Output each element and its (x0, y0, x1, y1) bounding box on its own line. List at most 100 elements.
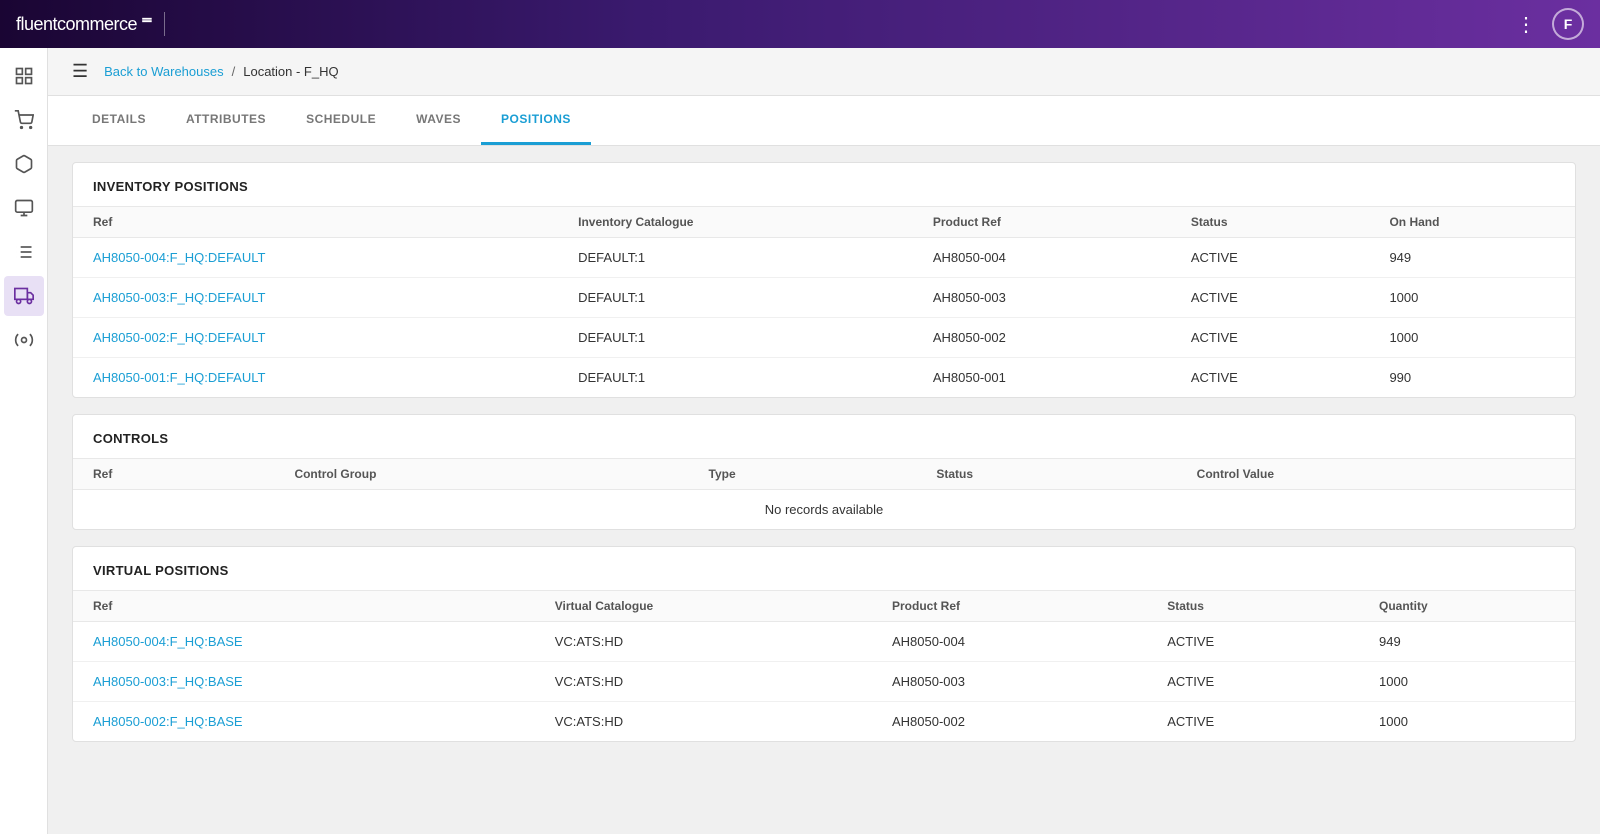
inventory-positions-card: INVENTORY POSITIONS Ref Inventory Catalo… (72, 162, 1576, 398)
virtual-positions-table: Ref Virtual Catalogue Product Ref Status… (73, 590, 1575, 741)
tab-details[interactable]: DETAILS (72, 96, 166, 145)
topbar: fluentcommerce ⁼ ⋮ F (0, 0, 1600, 48)
inventory-status-cell: ACTIVE (1171, 278, 1370, 318)
avatar[interactable]: F (1552, 8, 1584, 40)
inventory-on-hand-cell: 949 (1369, 238, 1575, 278)
inventory-catalogue-cell: DEFAULT:1 (558, 358, 913, 398)
tab-schedule[interactable]: SCHEDULE (286, 96, 396, 145)
vp-ref-link[interactable]: AH8050-003:F_HQ:BASE (93, 674, 243, 689)
table-row: AH8050-002:F_HQ:BASE VC:ATS:HD AH8050-00… (73, 702, 1575, 742)
inventory-ref-cell: AH8050-002:F_HQ:DEFAULT (73, 318, 558, 358)
col-header-product-ref: Product Ref (913, 207, 1171, 238)
vp-quantity-cell: 1000 (1359, 702, 1575, 742)
inventory-catalogue-cell: DEFAULT:1 (558, 318, 913, 358)
vp-product-ref-cell: AH8050-002 (872, 702, 1147, 742)
sidebar-item-list[interactable] (4, 232, 44, 272)
inventory-status-cell: ACTIVE (1171, 358, 1370, 398)
ctrl-col-value: Control Value (1177, 459, 1575, 490)
table-row: AH8050-004:F_HQ:DEFAULT DEFAULT:1 AH8050… (73, 238, 1575, 278)
col-header-inventory-catalogue: Inventory Catalogue (558, 207, 913, 238)
vp-ref-cell: AH8050-004:F_HQ:BASE (73, 622, 535, 662)
controls-title: CONTROLS (73, 415, 1575, 458)
topbar-right: ⋮ F (1516, 8, 1584, 40)
tab-waves[interactable]: WAVES (396, 96, 481, 145)
vp-ref-cell: AH8050-002:F_HQ:BASE (73, 702, 535, 742)
virtual-positions-card: VIRTUAL POSITIONS Ref Virtual Catalogue … (72, 546, 1576, 742)
inventory-ref-link[interactable]: AH8050-004:F_HQ:DEFAULT (93, 250, 265, 265)
inventory-product-ref-cell: AH8050-001 (913, 358, 1171, 398)
vp-col-quantity: Quantity (1359, 591, 1575, 622)
breadcrumb-back-link[interactable]: Back to Warehouses (104, 64, 223, 79)
vp-status-cell: ACTIVE (1147, 702, 1359, 742)
tab-positions[interactable]: POSITIONS (481, 96, 591, 145)
breadcrumb-separator: / (232, 64, 236, 79)
table-row: No records available (73, 490, 1575, 530)
inventory-ref-cell: AH8050-004:F_HQ:DEFAULT (73, 238, 558, 278)
inventory-ref-link[interactable]: AH8050-001:F_HQ:DEFAULT (93, 370, 265, 385)
inventory-catalogue-cell: DEFAULT:1 (558, 278, 913, 318)
sidebar-item-screens[interactable] (4, 188, 44, 228)
vp-col-virtual-catalogue: Virtual Catalogue (535, 591, 872, 622)
inventory-on-hand-cell: 1000 (1369, 318, 1575, 358)
breadcrumb-bar: ☰ Back to Warehouses / Location - F_HQ (48, 48, 1600, 96)
vp-ref-link[interactable]: AH8050-002:F_HQ:BASE (93, 714, 243, 729)
sidebar-item-products[interactable] (4, 144, 44, 184)
tabs-bar: DETAILS ATTRIBUTES SCHEDULE WAVES POSITI… (48, 96, 1600, 146)
breadcrumb-current: Location - F_HQ (243, 64, 338, 79)
vp-ref-cell: AH8050-003:F_HQ:BASE (73, 662, 535, 702)
hamburger-button[interactable]: ☰ (72, 61, 88, 82)
vp-ref-link[interactable]: AH8050-004:F_HQ:BASE (93, 634, 243, 649)
more-options-button[interactable]: ⋮ (1516, 12, 1536, 37)
controls-card: CONTROLS Ref Control Group Type Status C… (72, 414, 1576, 530)
main-content: ☰ Back to Warehouses / Location - F_HQ D… (48, 48, 1600, 834)
sidebar-item-warehouse[interactable] (4, 276, 44, 316)
ctrl-col-status: Status (916, 459, 1176, 490)
inventory-on-hand-cell: 1000 (1369, 278, 1575, 318)
inventory-status-cell: ACTIVE (1171, 318, 1370, 358)
col-header-ref: Ref (73, 207, 558, 238)
sidebar-item-orders[interactable] (4, 100, 44, 140)
ctrl-col-ref: Ref (73, 459, 274, 490)
inventory-ref-link[interactable]: AH8050-003:F_HQ:DEFAULT (93, 290, 265, 305)
vp-quantity-cell: 949 (1359, 622, 1575, 662)
ctrl-col-type: Type (689, 459, 917, 490)
ctrl-col-group: Control Group (274, 459, 688, 490)
inventory-ref-cell: AH8050-003:F_HQ:DEFAULT (73, 278, 558, 318)
vp-status-cell: ACTIVE (1147, 622, 1359, 662)
inventory-catalogue-cell: DEFAULT:1 (558, 238, 913, 278)
virtual-positions-title: VIRTUAL POSITIONS (73, 547, 1575, 590)
inventory-positions-table: Ref Inventory Catalogue Product Ref Stat… (73, 206, 1575, 397)
tab-attributes[interactable]: ATTRIBUTES (166, 96, 286, 145)
vp-col-product-ref: Product Ref (872, 591, 1147, 622)
inventory-positions-title: INVENTORY POSITIONS (73, 163, 1575, 206)
inventory-ref-link[interactable]: AH8050-002:F_HQ:DEFAULT (93, 330, 265, 345)
col-header-on-hand: On Hand (1369, 207, 1575, 238)
vp-col-ref: Ref (73, 591, 535, 622)
vp-status-cell: ACTIVE (1147, 662, 1359, 702)
no-records-text: No records available (73, 490, 1575, 530)
vp-catalogue-cell: VC:ATS:HD (535, 622, 872, 662)
vp-catalogue-cell: VC:ATS:HD (535, 662, 872, 702)
inventory-product-ref-cell: AH8050-003 (913, 278, 1171, 318)
table-row: AH8050-001:F_HQ:DEFAULT DEFAULT:1 AH8050… (73, 358, 1575, 398)
inventory-on-hand-cell: 990 (1369, 358, 1575, 398)
inventory-status-cell: ACTIVE (1171, 238, 1370, 278)
sidebar-item-dashboard[interactable] (4, 56, 44, 96)
inventory-product-ref-cell: AH8050-004 (913, 238, 1171, 278)
topbar-divider (164, 12, 165, 36)
vp-catalogue-cell: VC:ATS:HD (535, 702, 872, 742)
table-row: AH8050-004:F_HQ:BASE VC:ATS:HD AH8050-00… (73, 622, 1575, 662)
controls-table: Ref Control Group Type Status Control Va… (73, 458, 1575, 529)
vp-product-ref-cell: AH8050-004 (872, 622, 1147, 662)
inventory-ref-cell: AH8050-001:F_HQ:DEFAULT (73, 358, 558, 398)
page-body: INVENTORY POSITIONS Ref Inventory Catalo… (48, 146, 1600, 758)
logo: fluentcommerce ⁼ (16, 11, 152, 37)
vp-col-status: Status (1147, 591, 1359, 622)
inventory-product-ref-cell: AH8050-002 (913, 318, 1171, 358)
vp-quantity-cell: 1000 (1359, 662, 1575, 702)
vp-product-ref-cell: AH8050-003 (872, 662, 1147, 702)
sidebar (0, 48, 48, 834)
topbar-left: fluentcommerce ⁼ (16, 11, 165, 37)
sidebar-item-tools[interactable] (4, 320, 44, 360)
table-row: AH8050-002:F_HQ:DEFAULT DEFAULT:1 AH8050… (73, 318, 1575, 358)
